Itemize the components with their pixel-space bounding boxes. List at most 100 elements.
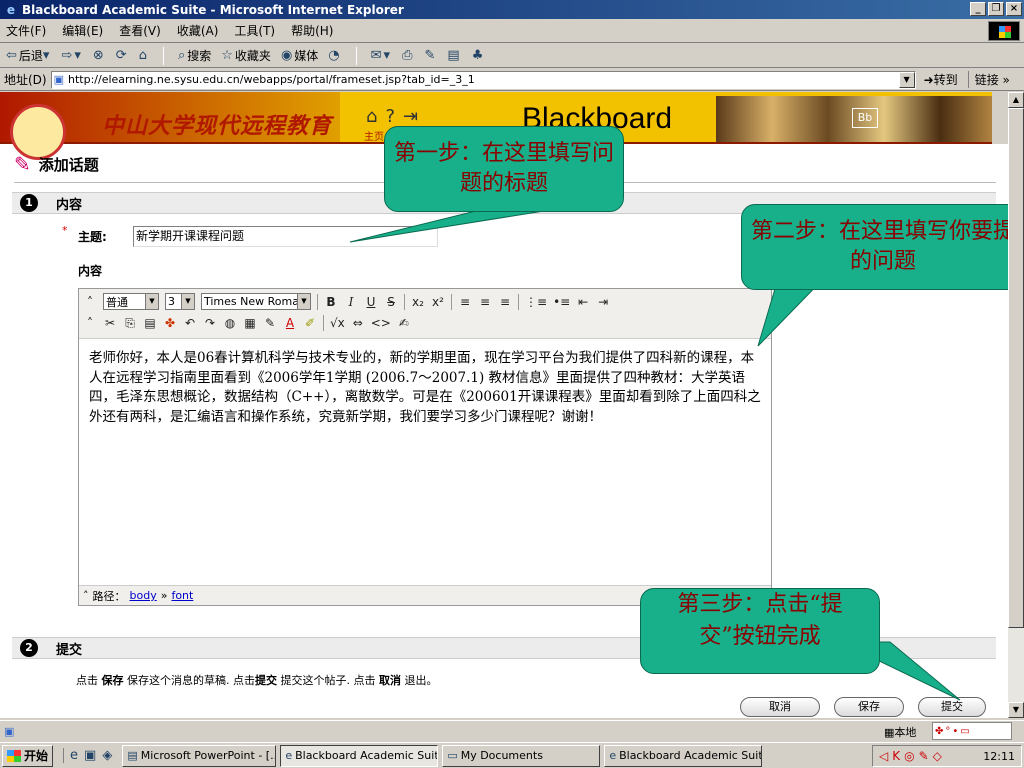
stop-button[interactable]: ⊗ — [93, 48, 106, 63]
close-button[interactable]: × — [1006, 2, 1022, 16]
network-icon[interactable]: ◎ — [904, 749, 914, 763]
ime-toolbar[interactable]: ✤ ° • ▭ — [932, 722, 1012, 740]
collapse-icon[interactable]: ˄ — [83, 295, 97, 309]
highlight-icon[interactable]: ✐ — [303, 316, 317, 330]
collapse-icon[interactable]: ˄ — [83, 316, 97, 330]
path-font-link[interactable]: font — [171, 589, 193, 602]
page-title: ✎ 添加话题 — [14, 152, 99, 176]
security-zone: ▦ 本地 — [884, 725, 917, 740]
submit-instructions: 点击 保存 保存这个消息的草稿. 点击提交 提交这个帖子. 点击 取消 退出。 — [76, 674, 438, 687]
ime-mode-icon: ° — [945, 725, 951, 737]
print-icon: ⎙ — [402, 48, 413, 63]
home-icon: ⌂ — [138, 48, 147, 63]
section-title-submit: 提交 — [56, 642, 83, 658]
pen-icon[interactable]: ✎ — [263, 316, 277, 330]
menu-file[interactable]: 文件(F) — [6, 22, 46, 39]
callout-step1: 第一步：在这里填写问题的标题 — [384, 126, 624, 212]
history-button[interactable]: ◔ — [328, 48, 341, 63]
menu-help[interactable]: 帮助(H) — [291, 22, 333, 39]
text-color-icon[interactable]: A — [283, 316, 297, 330]
redo-icon[interactable]: ↷ — [203, 316, 217, 330]
address-bar: 地址(D) ▣ http://elearning.ne.sysu.edu.cn/… — [0, 69, 1024, 91]
windows-flag-icon — [7, 749, 21, 762]
home-link[interactable]: 主页 — [364, 128, 384, 143]
task-blackboard-1[interactable]: e Blackboard Academic Suit... — [280, 744, 439, 767]
folder-icon: ▭ — [447, 749, 458, 762]
tray-shield-icon[interactable]: ◇ — [933, 749, 942, 763]
scroll-down-icon[interactable]: ▼ — [1008, 702, 1024, 718]
path-body-link[interactable]: body — [130, 589, 157, 602]
table-icon[interactable]: ▦ — [243, 316, 257, 330]
copy-icon[interactable]: ⎘ — [123, 316, 137, 331]
editor-body[interactable]: 老师你好，本人是06春计算机科学与技术专业的，新的学期里面，现在学习平台为我们提… — [79, 339, 771, 577]
page-scrollbar[interactable]: ▲ ▼ — [1008, 92, 1024, 718]
history-icon: ◔ — [328, 48, 340, 63]
edit-button[interactable]: ✎ — [424, 48, 437, 63]
logout-icon[interactable]: ⇥ — [403, 106, 418, 127]
ie-icon: e — [6, 2, 16, 17]
home-icon[interactable]: ⌂ — [366, 106, 377, 127]
format-select[interactable]: 普通 ▼ — [103, 293, 159, 310]
banner-scrollbar[interactable] — [992, 92, 1008, 144]
bold-icon[interactable]: B — [324, 295, 338, 309]
home-button[interactable]: ⌂ — [139, 48, 149, 63]
undo-icon[interactable]: ↶ — [183, 316, 197, 330]
links-button[interactable]: 链接 » — [967, 71, 1010, 88]
window-title-bar[interactable]: e Blackboard Academic Suite - Microsoft … — [0, 0, 1024, 19]
paste-icon[interactable]: ▤ — [143, 316, 157, 330]
favorites-button[interactable]: ☆ 收藏夹 — [221, 47, 271, 64]
ie-launch-icon[interactable]: e — [70, 748, 78, 763]
address-input[interactable]: ▣ http://elearning.ne.sysu.edu.cn/webapp… — [50, 70, 916, 89]
menu-tools[interactable]: 工具(T) — [234, 22, 275, 39]
dropdown-icon: ▾ — [42, 48, 50, 63]
messenger-button[interactable]: ♣ — [472, 48, 486, 63]
restore-button[interactable]: ❐ — [988, 2, 1004, 16]
dropdown-icon: ▾ — [383, 48, 391, 63]
forward-arrow-icon: ⇨ — [61, 48, 73, 63]
menu-edit[interactable]: 编辑(E) — [62, 22, 103, 39]
media-player-icon[interactable]: ◈ — [102, 748, 112, 763]
powerpoint-icon: ▤ — [127, 749, 138, 762]
standard-toolbar: ⇦ 后退 ▾ ⇨ ▾ ⊗ ⟳ ⌂ ⌕ 搜索 ☆ 收藏夹 ◉ 媒体 ◔ ✉ ▾ ⎙ ✎ ▤ ♣ — [0, 44, 1024, 68]
edit-icon: ✎ — [424, 48, 436, 63]
minimize-button[interactable]: _ — [970, 2, 986, 16]
scroll-thumb[interactable] — [1008, 108, 1024, 628]
clean-html-icon[interactable]: ✤ — [163, 316, 177, 330]
help-icon[interactable]: ? — [385, 106, 395, 127]
mail-button[interactable]: ✉ ▾ — [371, 48, 392, 63]
antivirus-icon[interactable]: K — [892, 749, 900, 763]
scroll-up-icon[interactable]: ▲ — [1008, 92, 1024, 108]
go-button[interactable]: ➜转到 — [924, 71, 958, 88]
menu-view[interactable]: 查看(V) — [119, 22, 161, 39]
desktop-icon[interactable]: ▣ — [84, 748, 96, 763]
print-button[interactable]: ⎙ — [402, 48, 414, 63]
address-dropdown-icon[interactable]: ▼ — [898, 71, 915, 88]
cancel-button[interactable]: 取消 — [740, 697, 820, 717]
discuss-button[interactable]: ▤ — [447, 48, 461, 63]
task-powerpoint[interactable]: ▤ Microsoft PowerPoint - [... — [122, 744, 277, 767]
path-label: 路径： — [92, 589, 126, 603]
tray-app-icon[interactable]: ✎ — [919, 749, 929, 763]
back-button[interactable]: ⇦ 后退 ▾ — [6, 47, 51, 64]
start-button[interactable]: 开始 — [2, 744, 54, 767]
spellcheck-icon[interactable]: ◍ — [223, 316, 237, 330]
system-tray: ◁ K ◎ ✎ ◇ 12:11 — [872, 745, 1022, 767]
search-button[interactable]: ⌕ 搜索 — [178, 47, 211, 64]
address-url: http://elearning.ne.sysu.edu.cn/webapps/… — [68, 73, 475, 86]
cut-icon[interactable]: ✂ — [103, 316, 117, 330]
size-select[interactable]: 3 ▼ — [165, 293, 195, 310]
toolbar-separator — [162, 46, 164, 65]
clock[interactable]: 12:11 — [983, 750, 1015, 763]
toolbar-separator — [355, 46, 357, 65]
task-blackboard-2[interactable]: e Blackboard Academic Suit... — [604, 744, 763, 767]
font-select[interactable]: Times New Roman ▼ — [201, 293, 311, 310]
chevron-down-icon: ▼ — [297, 294, 310, 309]
forward-button[interactable]: ⇨ ▾ — [61, 48, 82, 63]
volume-icon[interactable]: ◁ — [879, 749, 888, 763]
menu-favorites[interactable]: 收藏(A) — [177, 22, 219, 39]
refresh-button[interactable]: ⟳ — [116, 48, 129, 63]
collapse-icon[interactable]: ˄ — [83, 589, 89, 602]
task-my-documents[interactable]: ▭ My Documents — [442, 744, 601, 767]
media-button[interactable]: ◉ 媒体 — [281, 47, 318, 64]
status-bar: ▣ ▦ 本地 ✤ ° • ▭ — [0, 720, 1024, 742]
